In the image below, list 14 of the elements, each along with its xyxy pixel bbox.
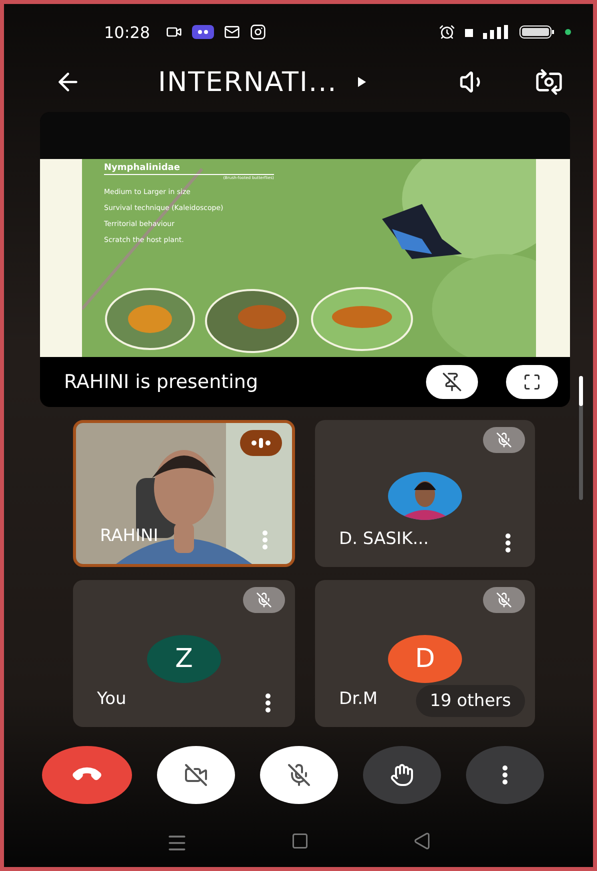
avatar: Z [147, 635, 221, 683]
others-chip[interactable]: 19 others [416, 685, 525, 717]
meeting-title[interactable]: INTERNATI... [158, 66, 338, 98]
participant-tile[interactable]: D. SASIK... [315, 420, 535, 567]
participant-name: D. SASIK... [339, 529, 429, 549]
status-time: 10:28 [104, 22, 150, 42]
participant-name: Dr.M [339, 689, 378, 709]
participant-name: RAHINI [100, 526, 158, 546]
avatar: D [388, 635, 462, 683]
slide-heading: Nymphalinidae [104, 163, 274, 175]
participant-tile[interactable]: Z You [73, 580, 295, 727]
participant-name: You [97, 689, 126, 709]
presenting-caption: RAHINI is presenting [64, 371, 259, 393]
participant-tile[interactable]: D Dr.M 19 others [315, 580, 535, 727]
